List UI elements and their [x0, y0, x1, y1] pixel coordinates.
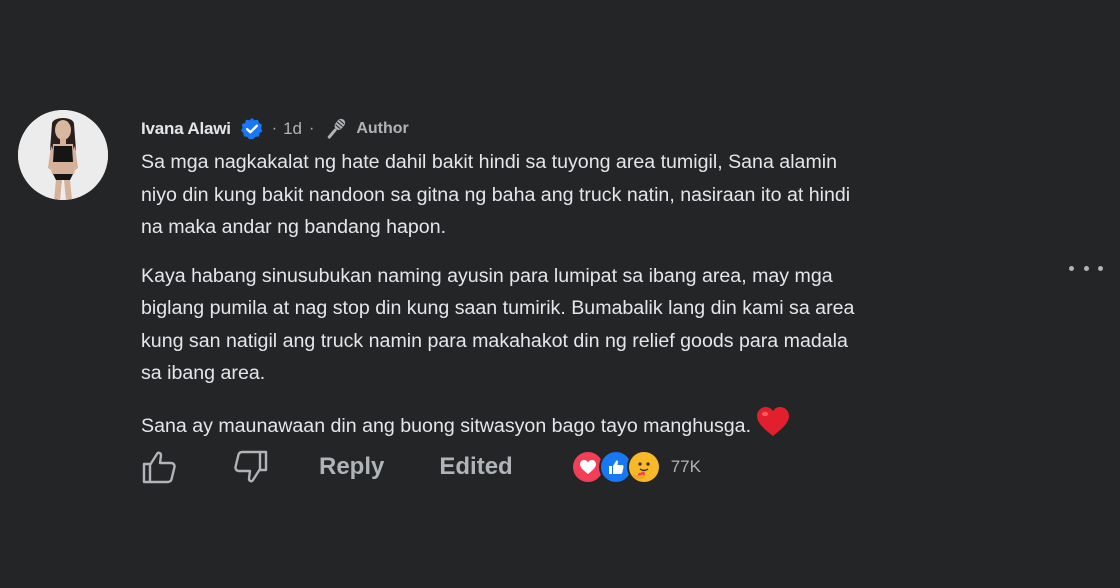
comment-paragraph-final: Sana ay maunawaan din ang buong sitwasyo…	[141, 406, 1041, 449]
comment-timestamp[interactable]: 1d	[283, 119, 302, 139]
comment-actions: Reply Edited 77K	[139, 445, 701, 489]
separator-dot: ·	[271, 120, 278, 137]
edited-label: Edited	[439, 453, 513, 480]
reaction-count: 77K	[670, 457, 701, 476]
comment-body: Sa mga nagkakalat ng hate dahil bakit hi…	[141, 146, 1041, 448]
comment-paragraph: Sa mga nagkakalat ng hate dahil bakit hi…	[141, 151, 851, 238]
more-dot	[1069, 265, 1074, 271]
microphone-icon	[322, 115, 350, 143]
reply-button[interactable]: Reply	[319, 453, 384, 481]
care-reaction-icon	[626, 450, 661, 484]
reactions-summary[interactable]: 77K	[570, 450, 701, 484]
comment-paragraph-text: Sana ay maunawaan din ang buong sitwasyo…	[141, 414, 752, 437]
more-options-icon[interactable]	[1069, 256, 1103, 280]
verified-check-icon	[240, 117, 264, 141]
avatar-photo	[18, 110, 108, 200]
author-name[interactable]: Ivana Alawi	[141, 119, 231, 139]
comment-paragraph: Kaya habang sinusubukan naming ayusin pa…	[141, 264, 855, 385]
thumbs-down-icon[interactable]	[231, 447, 271, 487]
comment-header: Ivana Alawi · 1d · Author	[141, 114, 409, 144]
separator-dot: ·	[309, 120, 315, 137]
more-dot	[1098, 265, 1103, 271]
more-dot	[1083, 265, 1089, 271]
author-badge: Author	[356, 120, 409, 137]
avatar[interactable]	[18, 110, 108, 200]
red-heart-emoji	[755, 406, 791, 449]
thumbs-up-icon[interactable]	[139, 447, 179, 487]
comment-page: Ivana Alawi · 1d · Author Sa mga nagkaka…	[0, 0, 1120, 588]
